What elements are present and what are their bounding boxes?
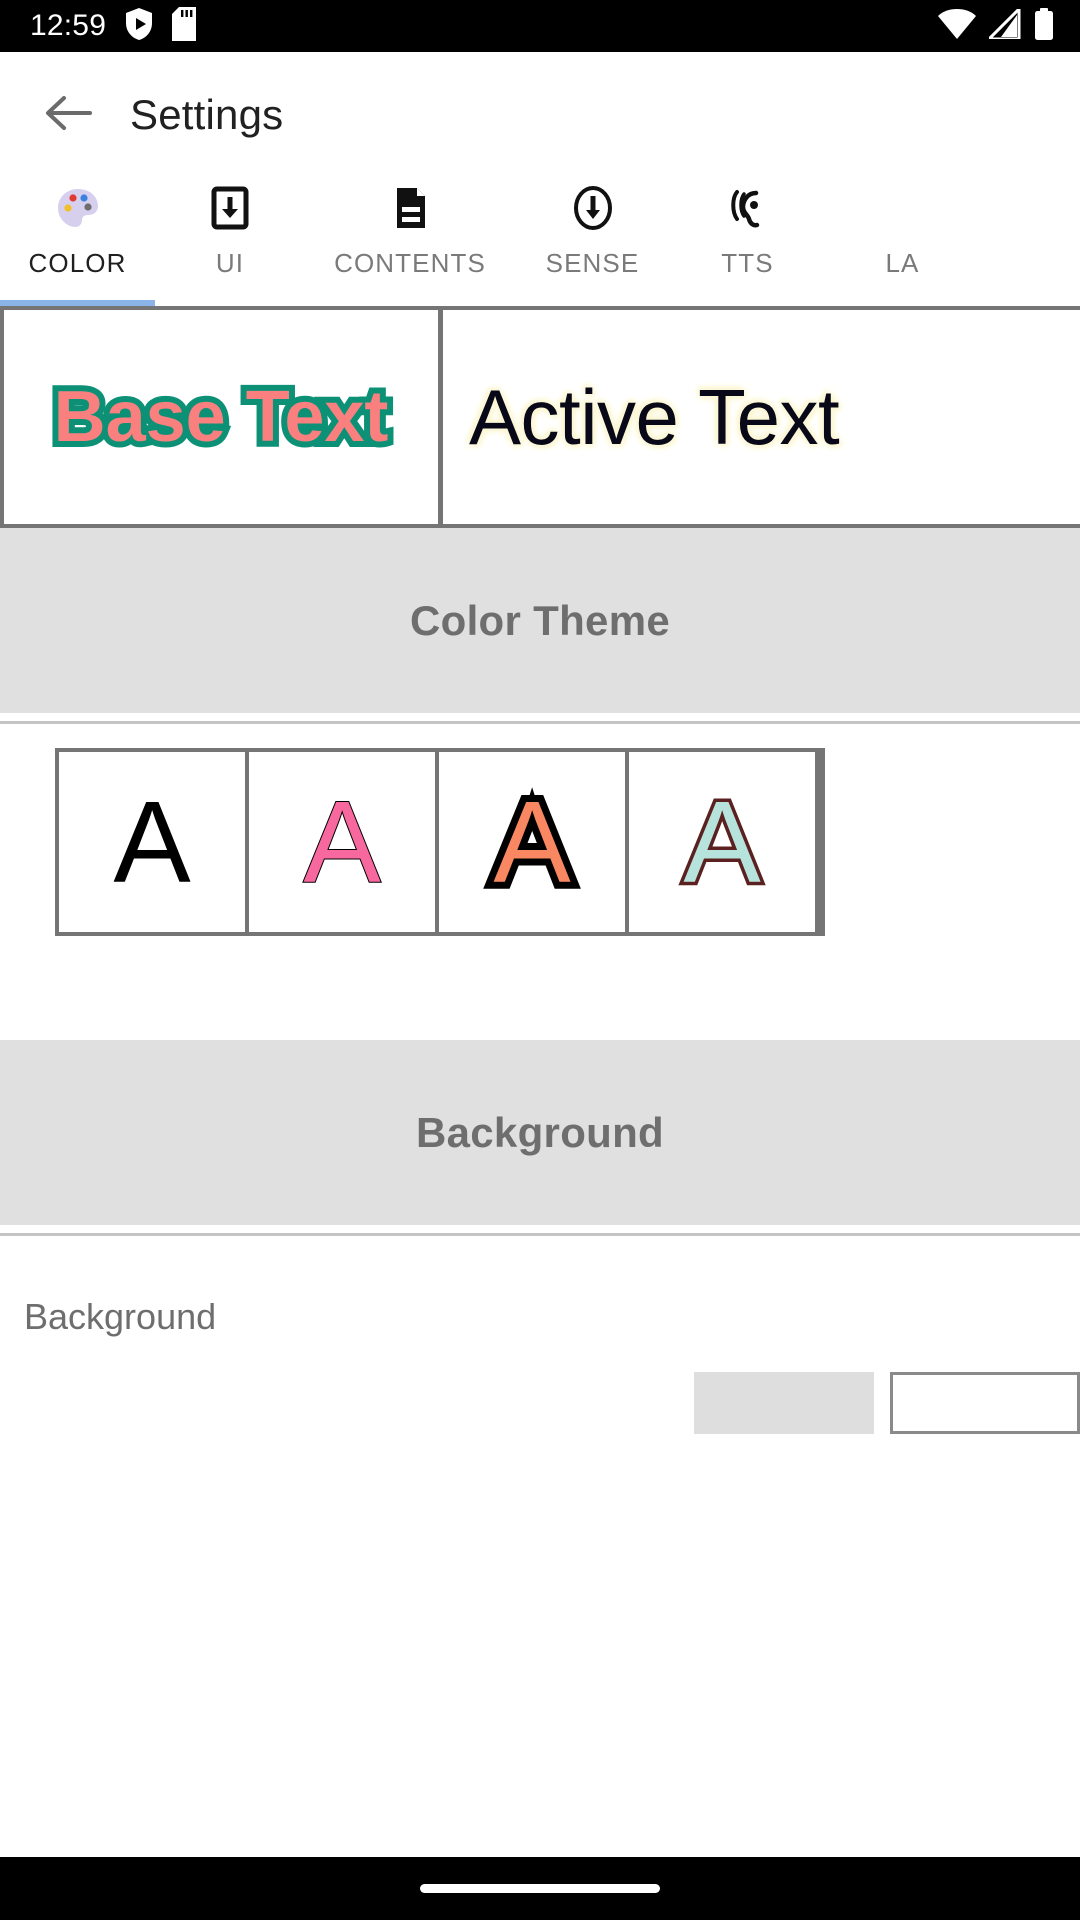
tab-label-color: COLOR — [28, 248, 127, 278]
theme-swatch-letter: A — [302, 777, 381, 907]
tab-contents[interactable]: CONTENTS — [305, 178, 515, 279]
text-preview-row: Base Text Active Text — [0, 306, 1080, 528]
status-bar-right — [938, 4, 1054, 45]
color-theme-title: Color Theme — [410, 596, 670, 644]
tab-selection-indicator — [0, 300, 155, 306]
battery-icon — [1034, 7, 1054, 45]
active-text-preview-card[interactable]: Active Text — [443, 310, 1080, 524]
theme-swatch-black[interactable]: A — [59, 752, 245, 932]
color-theme-section-header: Color Theme — [0, 528, 1080, 713]
circle-down-arrow-icon — [570, 184, 616, 232]
system-navigation-bar — [0, 1857, 1080, 1920]
back-arrow-icon — [44, 93, 92, 138]
app-bar: Settings — [0, 52, 1080, 178]
back-button[interactable] — [36, 83, 100, 147]
tab-label-contents: CONTENTS — [334, 248, 486, 278]
document-icon — [387, 184, 433, 232]
background-row-label: Background — [24, 1296, 217, 1337]
color-palette-icon — [55, 184, 101, 232]
download-box-icon — [207, 184, 253, 232]
theme-swatch-orange[interactable]: A — [439, 752, 625, 932]
wifi-icon — [938, 8, 976, 44]
theme-swatch-pink[interactable]: A — [249, 752, 435, 932]
theme-swatch-mint[interactable]: A — [629, 752, 815, 932]
home-gesture-pill[interactable] — [420, 1884, 660, 1893]
theme-swatch-letter: A — [486, 777, 577, 907]
ear-sound-icon — [725, 184, 771, 232]
tab-color[interactable]: COLOR — [0, 178, 155, 279]
tab-label-sense: SENSE — [545, 248, 640, 278]
page-title: Settings — [130, 91, 284, 138]
tab-ui[interactable]: UI — [155, 178, 305, 279]
theme-section-spacer — [0, 936, 1080, 1040]
tab-label-language: LA — [885, 248, 920, 278]
background-chip-row — [0, 1372, 1080, 1434]
color-theme-swatch-row[interactable]: A A A A — [55, 748, 825, 936]
tab-language[interactable]: LA — [825, 178, 980, 279]
play-protect-shield-icon — [124, 7, 154, 46]
background-title: Background — [415, 1108, 665, 1156]
background-chip-outline[interactable] — [890, 1372, 1080, 1434]
status-bar: 12:59 — [0, 0, 1080, 52]
base-text-sample: Base Text — [48, 375, 395, 459]
color-theme-swatch-area: A A A A — [0, 724, 1080, 936]
tab-tts[interactable]: TTS — [670, 178, 825, 279]
tab-label-tts: TTS — [721, 248, 774, 278]
active-text-sample: Active Text — [469, 373, 840, 461]
tab-label-ui: UI — [215, 248, 245, 278]
base-text-preview-card[interactable]: Base Text — [4, 310, 438, 524]
settings-tab-bar[interactable]: COLOR UI CONTENTS SENSE TTS LA — [0, 178, 1080, 306]
background-chip-filled[interactable] — [694, 1372, 874, 1434]
tab-sense[interactable]: SENSE — [515, 178, 670, 279]
status-bar-left: 12:59 — [30, 6, 197, 46]
status-clock: 12:59 — [30, 9, 107, 42]
theme-swatch-letter: A — [680, 777, 764, 907]
sd-card-icon — [172, 6, 197, 46]
background-section-header: Background — [0, 1040, 1080, 1225]
background-settings-list: Background — [0, 1236, 1080, 1434]
cellular-signal-icon — [985, 4, 1021, 44]
language-icon — [880, 184, 926, 232]
theme-swatch-letter: A — [113, 777, 191, 907]
